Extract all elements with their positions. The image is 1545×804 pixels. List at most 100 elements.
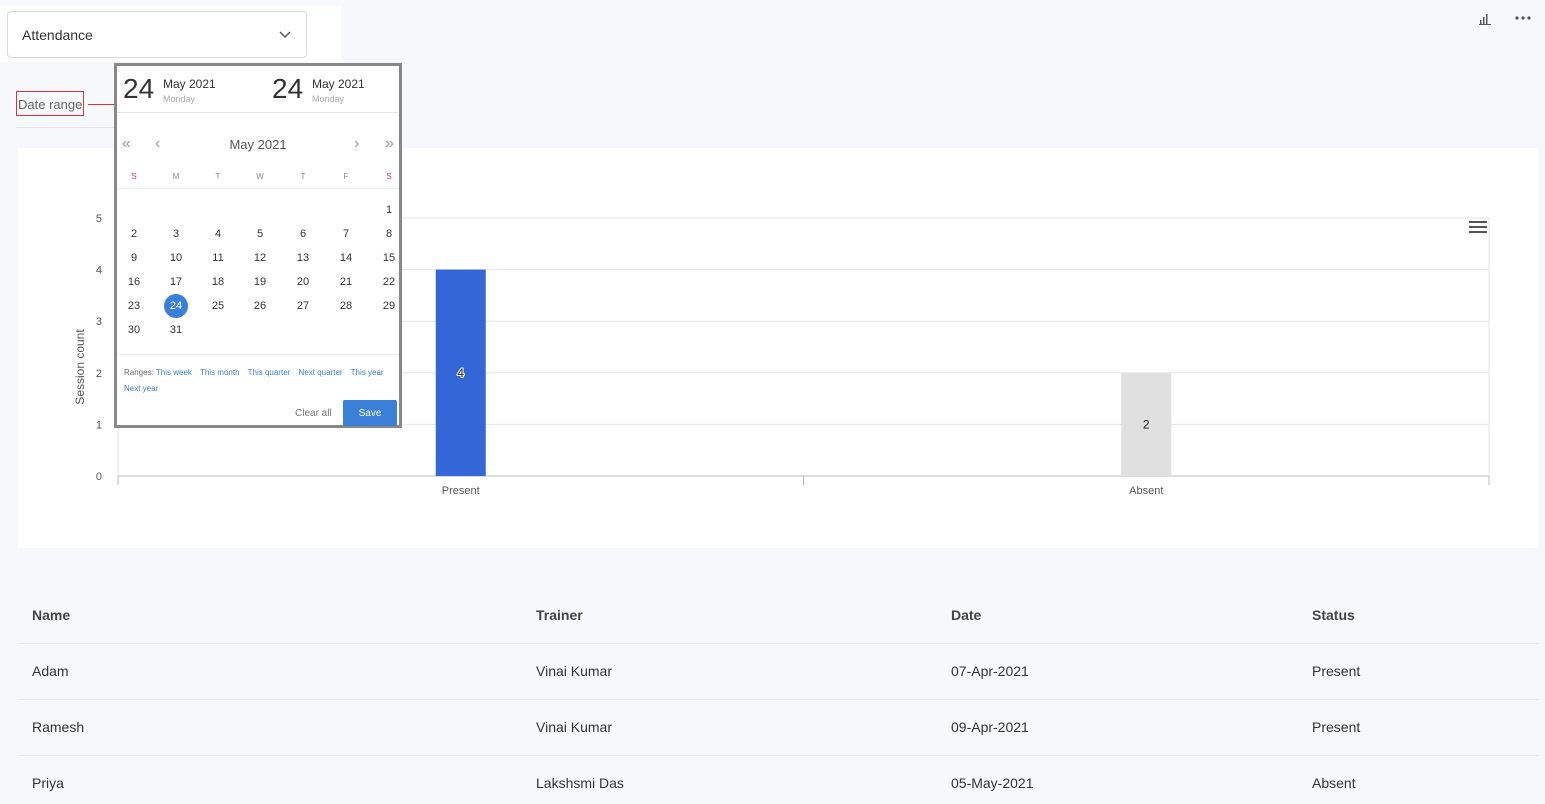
attendance-table: Name Trainer Date Status Adam Vinai Kuma… <box>18 588 1538 804</box>
weekday-label: S <box>131 172 137 181</box>
column-header-name[interactable]: Name <box>32 607 70 623</box>
y-tick-label: 5 <box>96 213 102 225</box>
table-header-row: Name Trainer Date Status <box>18 588 1538 644</box>
calendar-day[interactable]: 26 <box>248 294 272 318</box>
range-this-quarter[interactable]: This quarter <box>248 368 291 377</box>
table-row[interactable]: Priya Lakshsmi Das 05-May-2021 Absent <box>18 756 1538 804</box>
table-row[interactable]: Ramesh Vinai Kumar 09-Apr-2021 Present <box>18 700 1538 756</box>
end-day: 24 <box>272 73 304 104</box>
calendar-day[interactable]: 25 <box>206 294 230 318</box>
range-next-quarter[interactable]: Next quarter <box>299 368 343 377</box>
calendar-day[interactable]: 2 <box>122 222 146 246</box>
cell-date: 05-May-2021 <box>951 775 1034 791</box>
calendar-day[interactable]: 13 <box>291 246 315 270</box>
date-range-connector <box>88 104 115 105</box>
ranges-section: Ranges: This week This month This quarte… <box>124 365 394 397</box>
range-this-week[interactable]: This week <box>156 368 192 377</box>
cell-name: Ramesh <box>32 719 85 735</box>
x-tick-label: Present <box>442 485 480 497</box>
weekday-label: F <box>343 172 349 181</box>
calendar-day-selected[interactable]: 24 <box>164 294 188 318</box>
chart-menu-icon[interactable] <box>1469 221 1487 235</box>
y-axis-title: Session count <box>73 329 87 405</box>
weekday-label: S <box>386 172 392 181</box>
cell-date: 09-Apr-2021 <box>951 719 1029 735</box>
calendar-day[interactable]: 9 <box>122 246 146 270</box>
bar-chart-icon[interactable] <box>1477 10 1493 26</box>
cell-status: Absent <box>1312 775 1356 791</box>
bar-data-label: 4 <box>457 366 464 380</box>
range-this-month[interactable]: This month <box>200 368 240 377</box>
cell-status: Present <box>1312 719 1361 735</box>
calendar-day[interactable]: 21 <box>334 270 358 294</box>
column-header-date[interactable]: Date <box>951 607 981 623</box>
calendar-day[interactable]: 10 <box>164 246 188 270</box>
date-range-underline <box>16 127 114 128</box>
calendar-day[interactable]: 19 <box>248 270 272 294</box>
ranges-divider <box>117 354 399 355</box>
calendar-day[interactable]: 3 <box>164 222 188 246</box>
y-tick-label: 4 <box>96 265 102 277</box>
calendar-day[interactable]: 31 <box>164 318 188 342</box>
y-tick-label: 3 <box>96 316 102 328</box>
report-type-select[interactable]: Attendance <box>7 11 307 58</box>
date-range-picker: 24 May 2021 Monday 24 May 2021 Monday « … <box>114 63 402 428</box>
calendar-day[interactable]: 22 <box>377 270 401 294</box>
next-year-icon[interactable]: » <box>385 135 394 153</box>
date-range-field[interactable]: Date range <box>16 91 85 116</box>
clear-all-button[interactable]: Clear all <box>295 408 332 419</box>
cell-date: 07-Apr-2021 <box>951 663 1029 679</box>
weekday-label: W <box>256 172 264 181</box>
y-tick-label: 1 <box>96 419 102 431</box>
more-options-icon[interactable] <box>1515 10 1531 26</box>
chevron-down-icon <box>279 31 291 39</box>
column-header-status[interactable]: Status <box>1312 607 1355 623</box>
picker-header: 24 May 2021 Monday 24 May 2021 Monday <box>117 66 399 113</box>
x-tick-label: Absent <box>1129 485 1163 497</box>
calendar-day[interactable]: 27 <box>291 294 315 318</box>
calendar-day[interactable]: 28 <box>334 294 358 318</box>
calendar-day[interactable]: 8 <box>377 222 401 246</box>
calendar-day[interactable]: 6 <box>291 222 315 246</box>
calendar-day[interactable]: 15 <box>377 246 401 270</box>
top-toolbar <box>1477 10 1531 26</box>
end-weekday: Monday <box>312 94 345 104</box>
cell-trainer: Lakshsmi Das <box>536 775 624 791</box>
weekday-label: T <box>215 172 221 181</box>
calendar-day[interactable]: 18 <box>206 270 230 294</box>
report-type-value: Attendance <box>22 27 93 43</box>
y-tick-label: 2 <box>96 368 102 380</box>
next-month-icon[interactable]: › <box>354 135 359 153</box>
calendar-day[interactable]: 14 <box>334 246 358 270</box>
table-row[interactable]: Adam Vinai Kumar 07-Apr-2021 Present <box>18 644 1538 700</box>
bar-data-label: 2 <box>1143 417 1150 431</box>
calendar-day[interactable]: 4 <box>206 222 230 246</box>
weekday-divider <box>117 188 399 189</box>
calendar-day[interactable]: 1 <box>377 198 401 222</box>
weekday-label: M <box>172 172 180 181</box>
calendar-day[interactable]: 30 <box>122 318 146 342</box>
calendar-day[interactable]: 29 <box>377 294 401 318</box>
calendar-day[interactable]: 12 <box>248 246 272 270</box>
start-day: 24 <box>123 73 155 104</box>
range-next-year[interactable]: Next year <box>124 384 158 393</box>
calendar-day[interactable]: 5 <box>248 222 272 246</box>
start-month-year: May 2021 <box>163 77 216 91</box>
save-button[interactable]: Save <box>343 400 397 426</box>
range-this-year[interactable]: This year <box>351 368 384 377</box>
calendar-day[interactable]: 17 <box>164 270 188 294</box>
cell-name: Priya <box>32 775 64 791</box>
calendar-day[interactable]: 11 <box>206 246 230 270</box>
cell-status: Present <box>1312 663 1361 679</box>
calendar-day[interactable]: 20 <box>291 270 315 294</box>
cell-name: Adam <box>32 663 69 679</box>
end-month-year: May 2021 <box>312 77 365 91</box>
y-tick-label: 0 <box>96 471 102 483</box>
calendar-day[interactable]: 7 <box>334 222 358 246</box>
cell-trainer: Vinai Kumar <box>536 719 613 735</box>
column-header-trainer[interactable]: Trainer <box>536 607 583 623</box>
ranges-label: Ranges: <box>124 368 154 377</box>
calendar-day[interactable]: 23 <box>122 294 146 318</box>
calendar-day[interactable]: 16 <box>122 270 146 294</box>
weekday-label: T <box>300 172 306 181</box>
